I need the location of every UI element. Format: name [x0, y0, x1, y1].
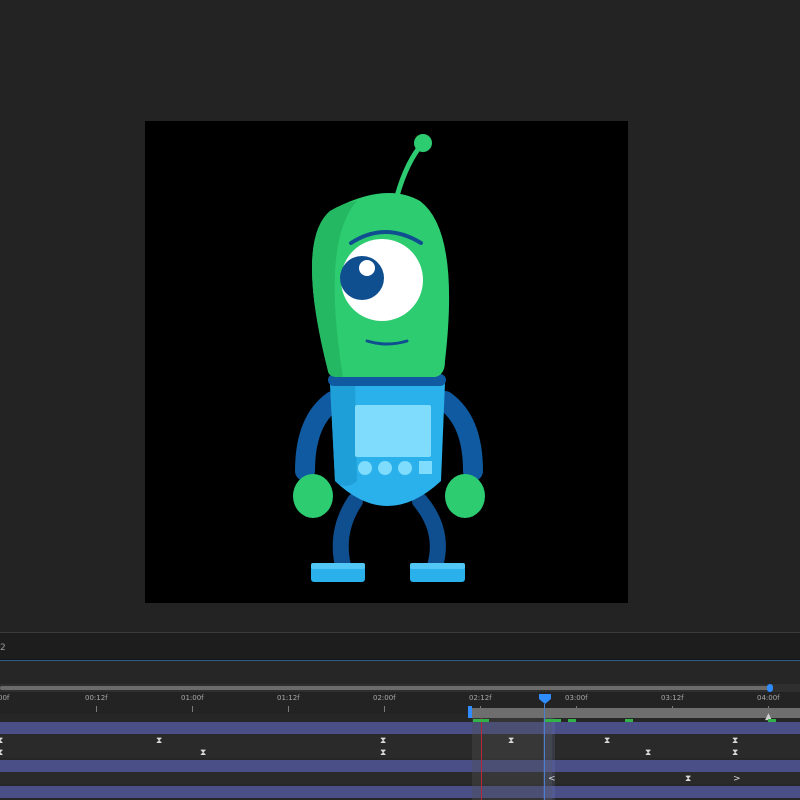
selected-range — [472, 718, 552, 800]
keyframe-marker[interactable] — [625, 719, 633, 722]
ruler-label-6: 03:00f — [565, 694, 588, 702]
layer-bar[interactable] — [0, 760, 800, 772]
layer-bar[interactable] — [0, 786, 800, 798]
ruler-tick — [96, 706, 97, 712]
ruler-label-8: 04:00f — [757, 694, 780, 702]
keyframe-marker[interactable] — [768, 719, 776, 722]
timeline-tab-strip: 2 — [0, 632, 800, 660]
property-row — [0, 772, 800, 784]
ruler-label-0: 00f — [0, 694, 10, 702]
keyframe-icon[interactable]: ⧗ — [604, 737, 610, 746]
keyframe-icon[interactable]: ⧗ — [732, 749, 738, 758]
timeline-tab[interactable]: 2 — [0, 643, 6, 653]
time-navigator-range[interactable] — [0, 686, 770, 690]
keyframe-marker[interactable] — [545, 719, 561, 722]
keyframe-icon[interactable]: ⧗ — [0, 737, 3, 746]
property-row — [0, 746, 800, 758]
keyframe-icon[interactable]: ⧗ — [645, 749, 651, 758]
work-area-start-handle[interactable] — [468, 706, 472, 718]
alien-robot-character — [293, 134, 485, 582]
time-navigator-end-handle[interactable] — [767, 684, 773, 692]
keyframe-arrow-left-icon[interactable]: < — [548, 775, 556, 784]
keyframe-marker[interactable] — [568, 719, 576, 722]
keyframe-icon[interactable]: ⧗ — [508, 737, 514, 746]
ruler-label-5: 02:12f — [469, 694, 492, 702]
timeline-panel: 2 00f 00:12f 01:00f 01:12f 02:00f 02:12f… — [0, 632, 800, 800]
keyframe-marker[interactable] — [473, 719, 489, 722]
ruler-tick — [288, 706, 289, 712]
work-area-bar[interactable] — [470, 708, 800, 718]
current-time-indicator-icon[interactable] — [539, 694, 551, 704]
ruler-label-4: 02:00f — [373, 694, 396, 702]
keyframe-icon[interactable]: ⧗ — [732, 737, 738, 746]
keyframe-arrow-right-icon[interactable]: > — [733, 775, 741, 784]
ruler-label-2: 01:00f — [181, 694, 204, 702]
ruler-label-7: 03:12f — [661, 694, 684, 702]
ruler-tick — [192, 706, 193, 712]
keyframe-icon[interactable]: ⧗ — [0, 749, 3, 758]
keyframe-icon[interactable]: ⧗ — [685, 775, 691, 784]
ruler-label-3: 01:12f — [277, 694, 300, 702]
keyframe-icon[interactable]: ⧗ — [156, 737, 162, 746]
layer-bar[interactable] — [0, 722, 800, 734]
property-row — [0, 734, 800, 746]
keyframe-icon[interactable]: ⧗ — [200, 749, 206, 758]
keyframe-icon[interactable]: ⧗ — [380, 749, 386, 758]
in-point-marker — [481, 718, 482, 800]
composition-viewer — [0, 0, 800, 632]
ruler-tick — [384, 706, 385, 712]
ruler-label-1: 00:12f — [85, 694, 108, 702]
panel-focus-line — [0, 660, 800, 661]
composition-canvas[interactable] — [145, 121, 628, 603]
keyframe-icon[interactable]: ⧗ — [380, 737, 386, 746]
